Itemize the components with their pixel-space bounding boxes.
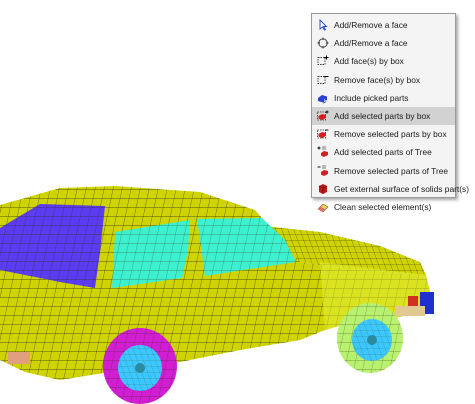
front-wheel (103, 328, 177, 404)
crosshair-cursor-icon (317, 37, 329, 49)
arrow-cursor-icon (317, 19, 329, 31)
remove-tree-parts-icon (317, 165, 329, 177)
menu-item-label: Add selected parts of Tree (334, 147, 432, 158)
menu-item-label: Include picked parts (334, 92, 409, 103)
menu-item-add-selected-parts-of-tree[interactable]: Add selected parts of Tree (312, 143, 455, 161)
menu-item-add-remove-a-face[interactable]: Add/Remove a face (312, 34, 455, 52)
remove-parts-box-icon (317, 128, 329, 140)
menu-item-label: Remove selected parts of Tree (334, 165, 449, 176)
menu-item-label: Get external surface of solids part(s) (334, 183, 469, 194)
menu-item-label: Remove selected parts by box (334, 129, 447, 140)
solid-surface-icon (317, 183, 329, 195)
menu-item-get-external-surface-of-solids-part-s[interactable]: Get external surface of solids part(s) (312, 180, 469, 198)
include-parts-icon (317, 92, 329, 104)
remove-box-icon (317, 74, 329, 86)
menu-item-add-selected-parts-by-box[interactable]: Add selected parts by box (312, 106, 455, 126)
menu-item-add-face-s-by-box[interactable]: Add face(s) by box (312, 52, 455, 70)
menu-item-label: Add selected parts by box (334, 111, 431, 122)
eraser-icon (317, 201, 329, 213)
menu-item-clean-selected-element-s[interactable]: Clean selected element(s) (312, 198, 455, 216)
menu-item-label: Clean selected element(s) (334, 201, 432, 212)
front-bumper-part (8, 352, 30, 364)
context-menu: Add/Remove a face Add/Remove a face Add fa… (311, 13, 469, 213)
add-box-icon (317, 55, 329, 67)
menu-item-label: Add face(s) by box (334, 56, 404, 67)
rear-wheel (337, 303, 403, 373)
menu-item-add-remove-a-face[interactable]: Add/Remove a face (312, 16, 455, 34)
menu-item-label: Add/Remove a face (334, 20, 408, 31)
menu-item-remove-face-s-by-box[interactable]: Remove face(s) by box (312, 71, 455, 89)
add-tree-parts-icon (317, 146, 329, 158)
add-parts-box-icon (317, 110, 329, 122)
menu-item-remove-selected-parts-of-tree[interactable]: Remove selected parts of Tree (312, 162, 455, 180)
menu-item-remove-selected-parts-by-box[interactable]: Remove selected parts by box (312, 125, 455, 143)
menu-item-label: Add/Remove a face (334, 38, 408, 49)
menu-item-include-picked-parts[interactable]: Include picked parts (312, 89, 455, 107)
menu-item-label: Remove face(s) by box (334, 74, 421, 85)
